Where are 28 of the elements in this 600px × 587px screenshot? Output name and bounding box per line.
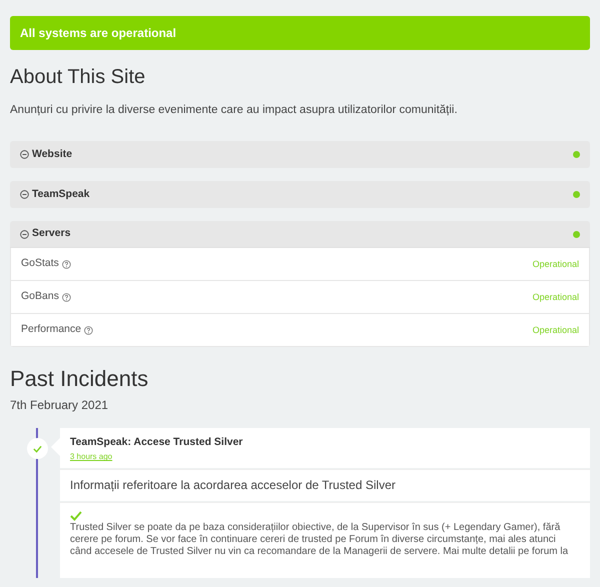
group-header[interactable]: Website — [10, 141, 590, 168]
group-header[interactable]: TeamSpeak — [10, 181, 590, 208]
collapse-icon — [20, 230, 29, 239]
status-banner: All systems are operational — [10, 16, 590, 50]
help-icon — [62, 292, 71, 302]
collapse-icon — [20, 150, 29, 160]
help-icon — [62, 260, 71, 269]
group-name: Servers — [32, 226, 71, 242]
component-status: Operational — [532, 258, 579, 271]
group-name: Website — [32, 146, 72, 162]
check-icon — [70, 511, 82, 522]
component-status: Operational — [532, 324, 579, 337]
incident-summary: Informații referitoare la acordarea acceselor de Trusted Silver — [60, 469, 590, 502]
component-name: Performance — [21, 322, 82, 338]
incident-title: TeamSpeak: Accese Trusted Silver — [70, 435, 244, 450]
incident-date: 7th February 2021 — [10, 397, 110, 414]
help-icon — [84, 326, 94, 335]
site-description: Anunțuri cu privire la diverse evenimente care au impact asupra utilizatorilor comunității. — [10, 103, 458, 118]
group-name: TeamSpeak — [32, 186, 90, 202]
section-title: About This Site — [10, 65, 146, 90]
check-icon — [33, 444, 42, 453]
component-status: Operational — [532, 290, 579, 304]
component-name: GoBans — [21, 289, 59, 304]
collapse-icon — [20, 190, 29, 200]
section-title: Past Incidents — [10, 365, 150, 394]
component-name: GoStats — [21, 256, 59, 272]
group-header[interactable]: Servers — [10, 221, 590, 248]
incident-update-text: Trusted Silver se poate da pe baza considerațiilor obiective, de la Supervisor în sus (+ Legendary Gamer), fără cerere pe forum. Se vor face în continuare cereri de trusted pe Forum în diverse circumstanțe, mai ales atunci când accesele de Trusted Silver nu vin ca recomandare de la Managerii de servere. Mai multe detalii pe forum la — [70, 522, 570, 558]
